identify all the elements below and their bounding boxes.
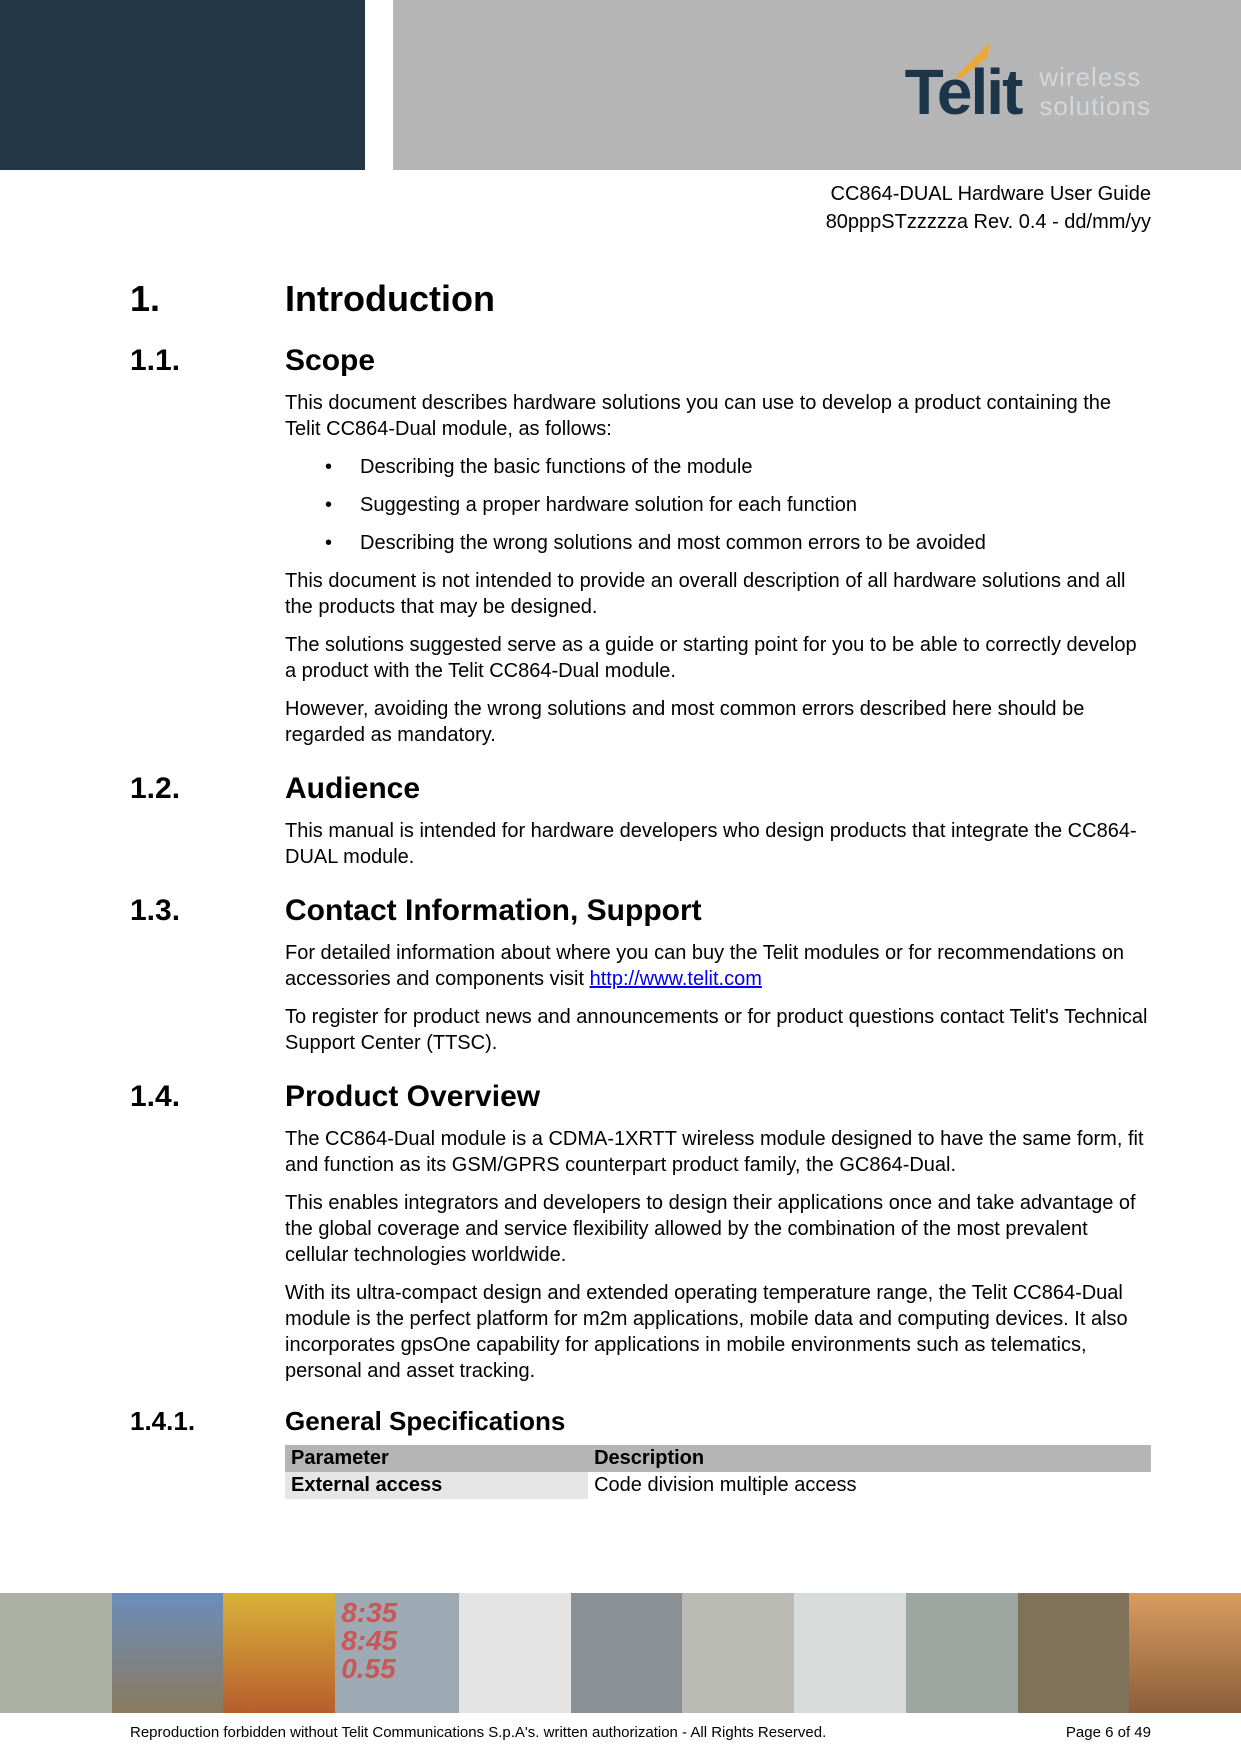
doc-title-block: CC864-DUAL Hardware User Guide 80pppSTzz… xyxy=(0,170,1241,236)
list-item: Describing the wrong solutions and most … xyxy=(325,530,1151,556)
heading-1-2: 1.2. Audience xyxy=(130,772,1151,806)
heading-1: 1. Introduction xyxy=(130,278,1151,320)
footer-thumb xyxy=(682,1593,794,1713)
para: However, avoiding the wrong solutions an… xyxy=(285,696,1151,748)
table-row: External access Code division multiple a… xyxy=(285,1472,1151,1499)
para: To register for product news and announc… xyxy=(285,1004,1151,1056)
section-title: Audience xyxy=(285,772,420,806)
footer-text-row: Reproduction forbidden without Telit Com… xyxy=(0,1724,1241,1741)
bullet-text: Describing the wrong solutions and most … xyxy=(360,530,986,556)
logo-sub-line2: solutions xyxy=(1039,92,1151,121)
spec-table: Parameter Description External access Co… xyxy=(285,1445,1151,1499)
td-param: External access xyxy=(285,1472,588,1499)
footer-image-strip: 8:35 8:45 0.55 xyxy=(0,1593,1241,1713)
footer-thumb xyxy=(1129,1593,1241,1713)
table-header-row: Parameter Description xyxy=(285,1445,1151,1472)
para: This document is not intended to provide… xyxy=(285,568,1151,620)
footer-thumb xyxy=(223,1593,335,1713)
bullet-text: Describing the basic functions of the mo… xyxy=(360,454,752,480)
para: This manual is intended for hardware dev… xyxy=(285,818,1151,870)
heading-1-1: 1.1. Scope xyxy=(130,344,1151,378)
footer-thumb xyxy=(459,1593,571,1713)
para: For detailed information about where you… xyxy=(285,940,1151,992)
scope-body: This document describes hardware solutio… xyxy=(285,390,1151,748)
footer-thumb xyxy=(1018,1593,1130,1713)
audience-body: This manual is intended for hardware dev… xyxy=(285,818,1151,870)
section-num: 1.3. xyxy=(130,894,285,928)
top-banner: Telit wireless solutions xyxy=(0,0,1241,170)
telit-link[interactable]: http://www.telit.com xyxy=(590,968,762,990)
logo-area: Telit wireless solutions xyxy=(905,55,1151,129)
para: The solutions suggested serve as a guide… xyxy=(285,632,1151,684)
logo-text: Telit xyxy=(905,55,1022,129)
section-title: Introduction xyxy=(285,278,495,320)
th-description: Description xyxy=(588,1445,1151,1472)
para: This enables integrators and developers … xyxy=(285,1190,1151,1268)
footer-thumb xyxy=(906,1593,1018,1713)
section-title: General Specifications xyxy=(285,1406,565,1437)
spec-body: Parameter Description External access Co… xyxy=(285,1445,1151,1499)
section-title: Product Overview xyxy=(285,1080,540,1114)
para: With its ultra-compact design and extend… xyxy=(285,1280,1151,1384)
logo-subtitle: wireless solutions xyxy=(1039,63,1151,120)
logo-accent-icon xyxy=(950,37,995,82)
footer-thumb-clock: 8:35 8:45 0.55 xyxy=(335,1593,459,1713)
list-item: Suggesting a proper hardware solution fo… xyxy=(325,492,1151,518)
footer-thumb xyxy=(794,1593,906,1713)
contact-body: For detailed information about where you… xyxy=(285,940,1151,1056)
list-item: Describing the basic functions of the mo… xyxy=(325,454,1151,480)
section-num: 1.2. xyxy=(130,772,285,806)
heading-1-3: 1.3. Contact Information, Support xyxy=(130,894,1151,928)
copyright-text: Reproduction forbidden without Telit Com… xyxy=(130,1724,826,1741)
logo-sub-line1: wireless xyxy=(1039,63,1151,92)
footer-thumb xyxy=(571,1593,683,1713)
th-parameter: Parameter xyxy=(285,1445,588,1472)
section-title: Scope xyxy=(285,344,375,378)
page-content: 1. Introduction 1.1. Scope This document… xyxy=(0,236,1241,1499)
footer-thumb xyxy=(0,1593,112,1713)
para: This document describes hardware solutio… xyxy=(285,390,1151,442)
doc-title: CC864-DUAL Hardware User Guide xyxy=(0,180,1151,208)
section-title: Contact Information, Support xyxy=(285,894,702,928)
section-num: 1. xyxy=(130,278,285,320)
heading-1-4-1: 1.4.1. General Specifications xyxy=(130,1406,1151,1437)
banner-light-block: Telit wireless solutions xyxy=(365,0,1241,170)
heading-1-4: 1.4. Product Overview xyxy=(130,1080,1151,1114)
bullet-text: Suggesting a proper hardware solution fo… xyxy=(360,492,857,518)
section-num: 1.1. xyxy=(130,344,285,378)
td-desc: Code division multiple access xyxy=(588,1472,1151,1499)
section-num: 1.4.1. xyxy=(130,1406,285,1437)
bullet-list: Describing the basic functions of the mo… xyxy=(325,454,1151,556)
section-num: 1.4. xyxy=(130,1080,285,1114)
para: The CC864-Dual module is a CDMA-1XRTT wi… xyxy=(285,1126,1151,1178)
footer-thumb xyxy=(112,1593,224,1713)
page-number: Page 6 of 49 xyxy=(1066,1724,1151,1741)
overview-body: The CC864-Dual module is a CDMA-1XRTT wi… xyxy=(285,1126,1151,1384)
banner-dark-block xyxy=(0,0,365,170)
doc-rev: 80pppSTzzzzza Rev. 0.4 - dd/mm/yy xyxy=(0,208,1151,236)
